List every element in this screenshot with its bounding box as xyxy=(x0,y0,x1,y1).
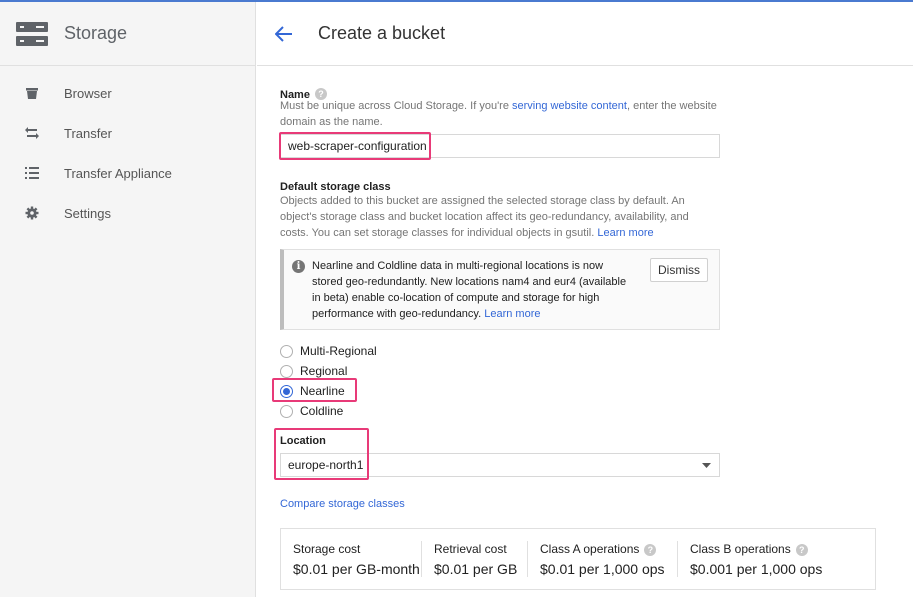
gear-icon xyxy=(24,205,40,221)
notice-body: Nearline and Coldline data in multi-regi… xyxy=(312,260,627,320)
cost-value: $0.01 per GB xyxy=(434,561,518,577)
radio-coldline[interactable]: Coldline xyxy=(280,401,343,421)
sidebar-item-settings[interactable]: Settings xyxy=(0,193,255,233)
name-desc-text: Must be unique across Cloud Storage. If … xyxy=(280,100,513,112)
sidebar-item-transfer-appliance[interactable]: Transfer Appliance xyxy=(0,153,255,193)
back-arrow-icon[interactable] xyxy=(275,24,295,44)
sidebar-item-browser[interactable]: Browser xyxy=(0,73,255,113)
cost-value: $0.001 per 1,000 ops xyxy=(690,561,823,577)
cost-cell-retrieval: Retrieval cost $0.01 per GB xyxy=(422,529,527,589)
bucket-icon xyxy=(24,85,40,101)
dropdown-arrow-icon xyxy=(702,462,711,468)
learn-more-link[interactable]: Learn more xyxy=(597,227,653,239)
name-highlight-box xyxy=(279,132,431,160)
sidebar-item-label: Browser xyxy=(64,85,112,101)
cost-value: $0.01 per 1,000 ops xyxy=(540,561,665,577)
cost-value: $0.01 per GB-month xyxy=(293,561,420,577)
notice-learn-more-link[interactable]: Learn more xyxy=(484,308,540,320)
sidebar-header: Storage xyxy=(0,2,255,66)
compare-storage-classes-link[interactable]: Compare storage classes xyxy=(280,498,405,510)
geo-redundancy-notice: i Nearline and Coldline data in multi-re… xyxy=(280,249,720,330)
cost-cell-class-b: Class B operations? $0.001 per 1,000 ops xyxy=(678,529,828,589)
cost-cell-class-a: Class A operations? $0.01 per 1,000 ops xyxy=(528,529,677,589)
radio-multi-regional[interactable]: Multi-Regional xyxy=(280,341,377,361)
sidebar-title: Storage xyxy=(64,23,128,43)
radio-label: Regional xyxy=(300,364,348,378)
transfer-arrows-icon xyxy=(24,125,40,141)
cost-header: Class A operations xyxy=(540,542,640,556)
info-icon: i xyxy=(292,260,305,273)
radio-circle[interactable] xyxy=(280,344,293,358)
cost-header-row: Class B operations? xyxy=(690,542,828,556)
sidebar-item-transfer[interactable]: Transfer xyxy=(0,113,255,153)
name-description: Must be unique across Cloud Storage. If … xyxy=(280,98,720,130)
nearline-highlight-box xyxy=(272,378,357,402)
sidebar: Storage Browser Transfer Transfer Applia… xyxy=(0,2,256,597)
sidebar-item-label: Transfer Appliance xyxy=(64,165,172,181)
list-icon xyxy=(24,165,40,181)
dismiss-button[interactable]: Dismiss xyxy=(650,258,708,282)
serving-website-content-link[interactable]: serving website content xyxy=(512,100,627,112)
sidebar-nav: Browser Transfer Transfer Appliance Sett… xyxy=(0,66,255,233)
radio-label: Multi-Regional xyxy=(300,344,377,358)
radio-label: Coldline xyxy=(300,404,344,418)
cost-header: Class B operations xyxy=(690,542,791,556)
cost-header: Storage cost xyxy=(293,542,361,556)
cost-cell-storage: Storage cost $0.01 per GB-month xyxy=(281,529,421,589)
sidebar-item-label: Transfer xyxy=(64,125,112,141)
cost-header-row: Class A operations? xyxy=(540,542,677,556)
storage-logo-icon xyxy=(16,21,48,46)
page-title: Create a bucket xyxy=(318,23,446,43)
storage-class-description: Objects added to this bucket are assigne… xyxy=(280,193,700,241)
sidebar-item-label: Settings xyxy=(64,205,111,221)
radio-circle[interactable] xyxy=(280,404,293,418)
cost-summary: Storage cost $0.01 per GB-month Retrieva… xyxy=(280,528,876,590)
help-icon[interactable]: ? xyxy=(795,543,808,556)
help-icon[interactable]: ? xyxy=(644,543,657,556)
cost-header: Retrieval cost xyxy=(434,542,507,556)
page-header: Create a bucket xyxy=(257,2,913,66)
notice-text: Nearline and Coldline data in multi-regi… xyxy=(312,258,632,322)
storage-class-label: Default storage class xyxy=(280,181,391,193)
radio-circle[interactable] xyxy=(280,364,293,378)
location-highlight-box xyxy=(274,428,369,480)
